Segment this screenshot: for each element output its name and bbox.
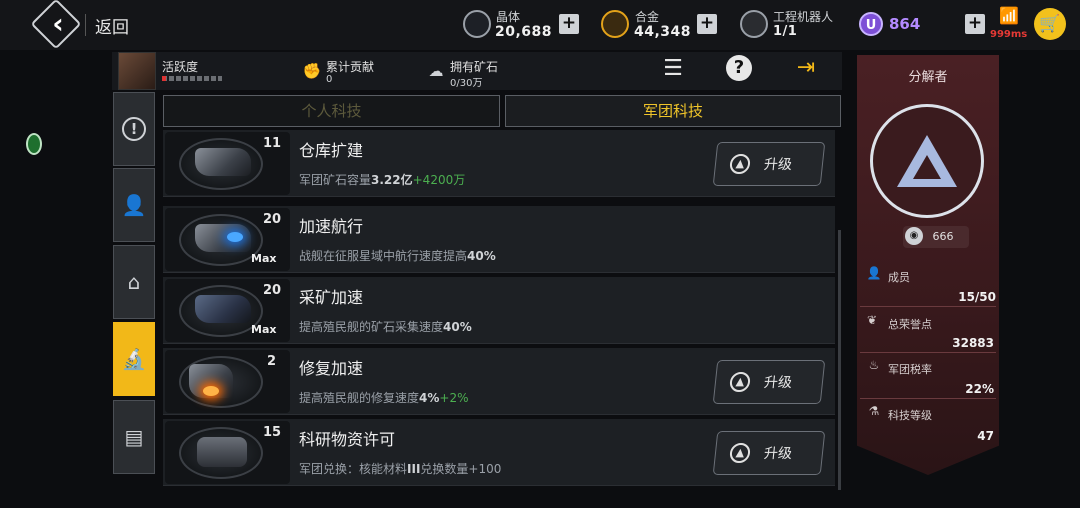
upgrade-button[interactable]: ▲ 升级 [712, 142, 826, 186]
microscope-icon: 🔬 [121, 347, 147, 371]
shop-cart-icon[interactable]: 🛒 [1034, 8, 1066, 40]
activity-label: 活跃度 [162, 60, 199, 74]
tab-legion-tech[interactable]: 军团科技 [505, 95, 841, 127]
rail-building-button[interactable]: ⌂ [113, 245, 155, 319]
alert-icon: ! [122, 117, 146, 141]
legion-name: 分解者 [908, 70, 948, 85]
max-badge: Max [251, 252, 277, 265]
max-badge: Max [251, 323, 277, 336]
u-currency-value: 864 [889, 15, 921, 33]
list-item[interactable]: 11 仓库扩建 军团矿石容量3.22亿+4200万 ▲ 升级 [163, 130, 835, 197]
back-arrow-icon: ‹ [52, 7, 64, 40]
add-alloy-button[interactable]: + [697, 14, 717, 34]
add-u-currency-button[interactable]: + [965, 14, 985, 34]
list-item[interactable]: 15 科研物资许可 军团兑换：核能材料III兑换数量+100 ▲ 升级 [163, 419, 835, 486]
help-icon[interactable]: ? [726, 55, 752, 81]
honor-value: 32883 [952, 336, 994, 350]
resource-name-crystal: 晶体 [496, 10, 521, 24]
tech-title: 修复加速 [299, 359, 364, 378]
tech-description: 战舰在征服星域中航行速度提高40% [299, 249, 496, 263]
rail-alert-button[interactable]: ! [113, 92, 155, 166]
resource-value-robot: 1/1 [773, 24, 798, 39]
list-item[interactable]: 20 Max 采矿加速 提高殖民舰的矿石采集速度40% [163, 277, 835, 344]
rail-member-button[interactable]: 👤 [113, 168, 155, 242]
tech-title: 采矿加速 [299, 288, 364, 307]
honor-label: 总荣誉点 [888, 318, 932, 331]
divider [85, 14, 86, 36]
divider [860, 306, 996, 307]
tech-level: 15 [263, 425, 282, 440]
tech-title: 科研物资许可 [299, 430, 396, 449]
tax-label: 军团税率 [888, 363, 932, 376]
list-scrollbar[interactable] [838, 230, 841, 490]
tech-description: 军团矿石容量3.22亿+4200万 [299, 173, 466, 187]
tech-level: 2 [267, 354, 277, 369]
tech-list[interactable]: 11 仓库扩建 军团矿石容量3.22亿+4200万 ▲ 升级 20 Max 加速航… [163, 130, 840, 492]
upgrade-button[interactable]: ▲ 升级 [712, 360, 826, 404]
list-item[interactable]: 2 修复加速 提高殖民舰的修复速度4%+2% ▲ 升级 [163, 348, 835, 415]
tech-description: 提高殖民舰的矿石采集速度40% [299, 320, 472, 334]
ore-label: 拥有矿石 [450, 60, 499, 74]
fist-icon: ✊ [302, 62, 322, 80]
back-label[interactable]: 返回 [95, 13, 129, 38]
members-value: 15/50 [958, 290, 996, 304]
ping-value: 999ms [990, 29, 1028, 40]
rail-tech-button[interactable]: 🔬 [113, 322, 155, 396]
tech-description: 军团兑换：核能材料III兑换数量+100 [299, 462, 502, 476]
tax-value: 22% [965, 382, 994, 396]
rank-medal-icon: ◉ [905, 227, 923, 245]
members-label: 成员 [888, 271, 910, 284]
building-icon: ⌂ [127, 270, 141, 294]
divider [860, 398, 996, 399]
upgrade-arrow-icon: ▲ [728, 372, 752, 392]
resource-name-alloy: 合金 [635, 10, 660, 24]
rail-card-button[interactable]: ▤ [113, 400, 155, 474]
tech-level: 20 [263, 283, 282, 298]
contribution-label: 累计贡献 [326, 60, 375, 74]
side-indicator-icon[interactable] [26, 133, 42, 155]
tech-level-label: 科技等级 [888, 409, 932, 422]
activity-progress-fill [162, 76, 166, 81]
robot-icon [740, 10, 768, 38]
member-icon: 👤 [121, 193, 147, 217]
list-menu-icon[interactable]: ☰ [655, 54, 691, 84]
tech-level-value: 47 [977, 429, 994, 443]
microscope-icon: ⚗ [868, 404, 880, 418]
crystal-icon [463, 10, 491, 38]
u-currency-icon: U [859, 12, 883, 36]
contribution-value: 0 [326, 74, 333, 85]
legion-rank-value: 666 [932, 230, 954, 243]
upgrade-arrow-icon: ▲ [728, 154, 752, 174]
tech-title: 加速航行 [299, 217, 364, 236]
add-crystal-button[interactable]: + [559, 14, 579, 34]
tech-level: 20 [263, 212, 282, 227]
member-icon: 👤 [866, 266, 882, 280]
wings-icon: ❦ [866, 313, 878, 327]
resource-value-alloy: 44,348 [634, 24, 692, 40]
list-item[interactable]: 20 Max 加速航行 战舰在征服星域中航行速度提高40% [163, 206, 835, 273]
tech-level: 11 [263, 136, 282, 151]
exit-door-icon[interactable]: ⇥ [788, 53, 824, 83]
tech-description: 提高殖民舰的修复速度4%+2% [299, 391, 469, 405]
upgrade-button[interactable]: ▲ 升级 [712, 431, 826, 475]
ore-value: 0/30万 [450, 78, 483, 89]
alloy-icon [601, 10, 629, 38]
tech-title: 仓库扩建 [299, 141, 364, 160]
resource-name-robot: 工程机器人 [773, 10, 834, 24]
divider [860, 352, 996, 353]
legion-emblem-icon[interactable] [870, 104, 984, 218]
avatar[interactable] [118, 52, 156, 90]
card-icon: ▤ [124, 425, 144, 449]
upgrade-arrow-icon: ▲ [728, 443, 752, 463]
resource-value-crystal: 20,688 [495, 24, 553, 40]
activity-progress-bar [162, 76, 222, 81]
tax-icon: ♨ [868, 358, 880, 372]
tab-personal-tech[interactable]: 个人科技 [163, 95, 500, 127]
wifi-icon: 📶 [999, 6, 1019, 25]
ore-icon: ☁ [428, 62, 444, 80]
